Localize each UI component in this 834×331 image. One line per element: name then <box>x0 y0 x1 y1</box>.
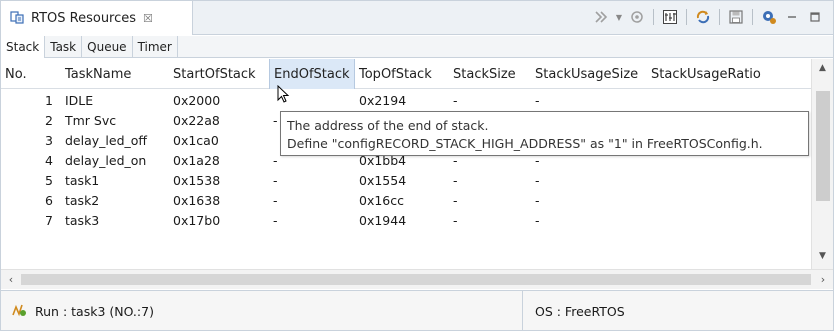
cell-no: 3 <box>45 132 53 148</box>
status-bar: Run : task3 (NO.:7) OS : FreeRTOS <box>1 290 833 331</box>
view-tab-rtos-resources[interactable]: RTOS Resources ☒ <box>1 1 193 35</box>
os-status: OS : FreeRTOS <box>535 291 625 331</box>
dropdown-arrow-icon[interactable]: ▼ <box>614 13 624 22</box>
cell-stacksize: - <box>453 172 458 188</box>
cell-stackusagesize: - <box>535 172 540 188</box>
cell-stackusageratio <box>647 210 811 230</box>
rtos-resources-view: RTOS Resources ☒ ▼ Stack Task Queue Time… <box>0 0 834 331</box>
table-row[interactable]: 5 task1 0x1538 - 0x1554 - - <box>1 170 811 190</box>
cell-no: 5 <box>45 172 53 188</box>
minimize-icon[interactable] <box>782 7 802 27</box>
scroll-up-icon[interactable]: ▲ <box>812 59 833 77</box>
cell-endofstack: - <box>273 192 278 208</box>
cell-stackusageratio <box>647 170 811 190</box>
cell-stackusageratio <box>647 190 811 210</box>
horizontal-scrollbar[interactable]: ‹ › <box>1 269 833 289</box>
table-header: No. TaskName StartOfStack EndOfStack Top… <box>1 59 811 89</box>
cell-taskname: IDLE <box>65 92 94 108</box>
cell-stacksize: - <box>453 212 458 228</box>
status-divider <box>522 291 523 331</box>
column-tooltip: The address of the end of stack. Define … <box>280 111 809 156</box>
cell-taskname: Tmr Svc <box>65 112 117 128</box>
cell-startofstack: 0x22a8 <box>173 112 220 128</box>
save-icon[interactable] <box>726 7 746 27</box>
cell-endofstack: - <box>273 212 278 228</box>
table-row[interactable]: 6 task2 0x1638 - 0x16cc - - <box>1 190 811 210</box>
horizontal-scroll-thumb[interactable] <box>21 274 811 285</box>
column-header-topofstack[interactable]: TopOfStack <box>355 59 449 89</box>
scroll-down-icon[interactable]: ▼ <box>812 247 833 265</box>
tab-stack[interactable]: Stack <box>1 36 46 58</box>
maximize-icon[interactable] <box>805 7 825 27</box>
run-status: Run : task3 (NO.:7) <box>11 291 154 331</box>
grid-icon[interactable] <box>660 7 680 27</box>
column-header-stackusagesize[interactable]: StackUsageSize <box>531 59 647 89</box>
table-row[interactable]: 1 IDLE 0x2000 0x2194 - - <box>1 90 811 110</box>
close-icon[interactable]: ☒ <box>143 12 153 25</box>
cell-startofstack: 0x1a28 <box>173 152 220 168</box>
stack-table: No. TaskName StartOfStack EndOfStack Top… <box>1 59 833 269</box>
cell-taskname: delay_led_off <box>65 132 148 148</box>
settings-gear-icon[interactable] <box>759 7 779 27</box>
cell-stackusagesize: - <box>535 92 540 108</box>
cell-stackusagesize: - <box>535 212 540 228</box>
toolbar-separator <box>752 9 753 25</box>
thread-config-icon[interactable] <box>627 7 647 27</box>
cell-stackusageratio <box>647 90 811 110</box>
cell-topofstack: 0x1554 <box>359 172 407 188</box>
tab-task[interactable]: Task <box>45 36 83 58</box>
cell-endofstack: - <box>273 172 278 188</box>
os-status-text: OS : FreeRTOS <box>535 303 625 319</box>
tooltip-line-1: The address of the end of stack. <box>287 118 489 133</box>
sub-tab-bar: Stack Task Queue Timer <box>1 36 833 58</box>
cell-startofstack: 0x1538 <box>173 172 221 188</box>
scroll-left-icon[interactable]: ‹ <box>1 270 21 289</box>
cell-taskname: task1 <box>65 172 100 188</box>
column-header-stacksize[interactable]: StackSize <box>449 59 531 89</box>
tooltip-line-2: Define "configRECORD_STACK_HIGH_ADDRESS"… <box>287 136 763 151</box>
table-row[interactable]: 7 task3 0x17b0 - 0x1944 - - <box>1 210 811 230</box>
cell-startofstack: 0x2000 <box>173 92 221 108</box>
cell-no: 6 <box>45 192 53 208</box>
tab-timer[interactable]: Timer <box>133 36 178 58</box>
vertical-scrollbar[interactable]: ▲ ▼ <box>811 59 833 269</box>
vertical-scroll-thumb[interactable] <box>816 91 830 201</box>
column-header-stackusageratio[interactable]: StackUsageRatio <box>647 59 811 89</box>
column-header-startofstack[interactable]: StartOfStack <box>169 59 269 89</box>
cell-no: 4 <box>45 152 53 168</box>
cell-topofstack: 0x1944 <box>359 212 407 228</box>
cell-stacksize: - <box>453 92 458 108</box>
view-tab-title: RTOS Resources <box>31 10 137 26</box>
cell-no: 7 <box>45 212 53 228</box>
run-status-icon <box>11 302 27 321</box>
refresh-icon[interactable] <box>693 7 713 27</box>
toolbar-separator <box>719 9 720 25</box>
toolbar-separator <box>686 9 687 25</box>
tab-queue[interactable]: Queue <box>82 36 133 58</box>
cell-startofstack: 0x17b0 <box>173 212 221 228</box>
scroll-right-icon[interactable]: › <box>813 270 833 289</box>
cell-taskname: task3 <box>65 212 100 228</box>
cell-stackusagesize: - <box>535 192 540 208</box>
cell-no: 1 <box>45 92 53 108</box>
view-tab-bar: RTOS Resources ☒ ▼ <box>1 1 833 35</box>
cell-stacksize: - <box>453 192 458 208</box>
cell-startofstack: 0x1ca0 <box>173 132 219 148</box>
cell-topofstack: 0x2194 <box>359 92 407 108</box>
thread-icon[interactable] <box>591 7 611 27</box>
cell-taskname: task2 <box>65 192 100 208</box>
mouse-cursor-icon <box>277 84 291 108</box>
toolbar-separator <box>653 9 654 25</box>
cell-startofstack: 0x1638 <box>173 192 221 208</box>
view-toolbar: ▼ <box>591 7 825 27</box>
run-status-text: Run : task3 (NO.:7) <box>35 303 154 319</box>
rtos-resources-icon <box>9 9 25 28</box>
cell-topofstack: 0x16cc <box>359 192 405 208</box>
cell-no: 2 <box>45 112 53 128</box>
column-header-no[interactable]: No. <box>1 59 61 89</box>
cell-taskname: delay_led_on <box>65 152 147 168</box>
column-header-taskname[interactable]: TaskName <box>61 59 169 89</box>
